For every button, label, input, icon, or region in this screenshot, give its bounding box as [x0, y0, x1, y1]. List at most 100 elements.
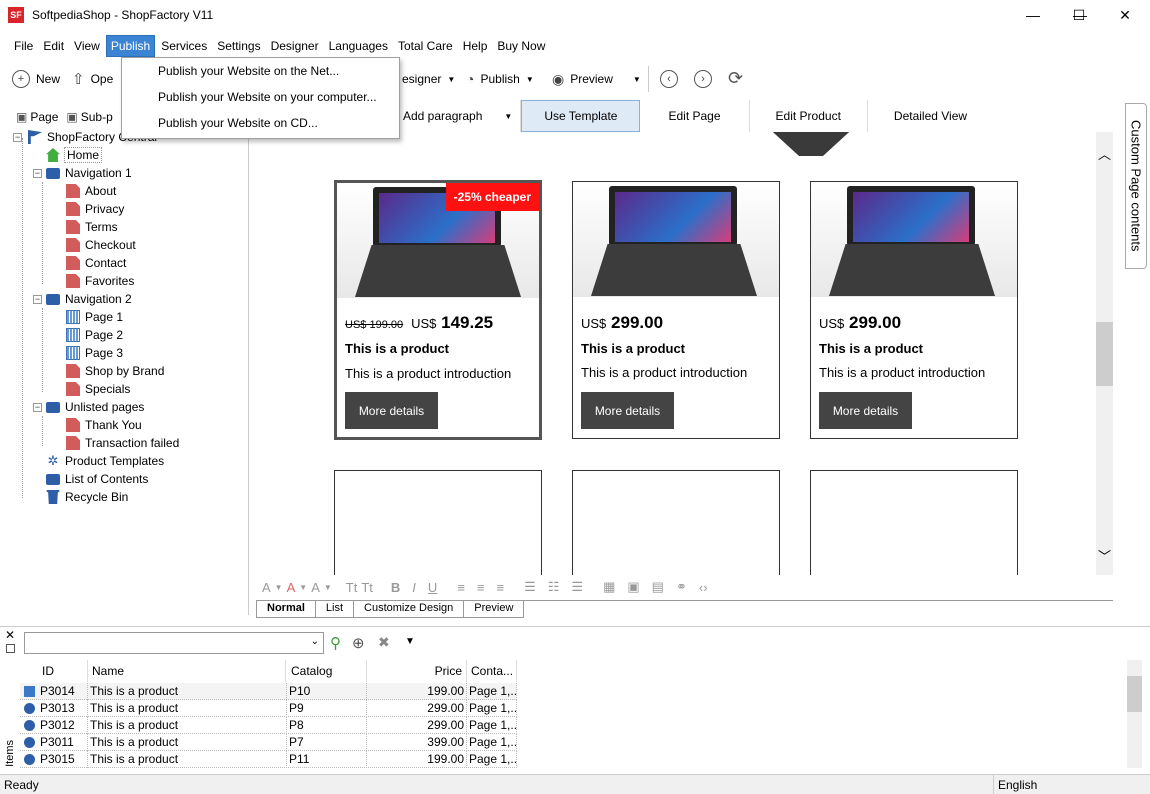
highlight-icon[interactable]: A	[311, 580, 320, 595]
page-canvas[interactable]: -25% cheaper US$ 199.00 US$ 149.25 This i…	[256, 132, 1096, 575]
use-template-button[interactable]: Use Template	[521, 100, 641, 132]
more-details-button[interactable]: More details	[819, 392, 912, 429]
tree-item-checkout[interactable]: Checkout	[66, 236, 136, 254]
image-icon[interactable]: ▣	[627, 579, 639, 595]
tree-item-specials[interactable]: Specials	[66, 380, 130, 398]
edit-page-button[interactable]: Edit Page	[640, 100, 750, 132]
scroll-down-icon[interactable]: ﹀	[1098, 546, 1111, 565]
underline-icon[interactable]: U	[428, 580, 437, 595]
preview-button[interactable]: ◉ Preview ▼	[546, 71, 647, 88]
maximize-button[interactable]: ☐	[1056, 0, 1102, 30]
scroll-up-icon[interactable]: ︿	[1098, 144, 1111, 163]
font-icon[interactable]: A	[262, 580, 271, 595]
decrease-size-icon[interactable]: Tt	[361, 580, 373, 595]
filter-options-icon[interactable]: ▼	[405, 636, 415, 647]
bullet-list-icon[interactable]: ☰	[571, 579, 583, 595]
grid-scrollbar-thumb[interactable]	[1127, 676, 1142, 712]
product-card-empty[interactable]	[810, 470, 1018, 575]
advanced-search-icon[interactable]: ⊕	[352, 634, 365, 652]
bold-icon[interactable]: B	[391, 580, 400, 595]
menu-languages[interactable]: Languages	[325, 36, 392, 56]
restore-panel-icon[interactable]	[6, 644, 15, 653]
font-color-icon[interactable]: A	[287, 580, 296, 595]
tree-item-recycle-bin[interactable]: Recycle Bin	[46, 488, 128, 506]
table-row[interactable]: P3013 This is a product P9 299.00 Page 1…	[20, 700, 517, 717]
tree-item-about[interactable]: About	[66, 182, 116, 200]
minimize-icon[interactable]: —	[1010, 0, 1056, 30]
publish-cd-item[interactable]: Publish your Website on CD...	[122, 110, 399, 136]
product-card[interactable]: -25% cheaper US$ 199.00 US$ 149.25 This i…	[334, 180, 542, 440]
tree-item-list-of-contents[interactable]: List of Contents	[46, 470, 148, 488]
product-card[interactable]: US$ 299.00 This is a product This is a p…	[810, 181, 1018, 439]
table-row[interactable]: P3011 This is a product P7 399.00 Page 1…	[20, 734, 517, 751]
publish-computer-item[interactable]: Publish your Website on your computer...	[122, 84, 399, 110]
close-button[interactable]: ✕	[1102, 0, 1148, 30]
menu-help[interactable]: Help	[459, 36, 492, 56]
tree-item-page-3[interactable]: Page 3	[66, 344, 123, 362]
new-button[interactable]: + New	[6, 70, 66, 88]
add-subpage-button[interactable]: ▣ Sub-p	[66, 110, 112, 124]
indent-icon[interactable]: ☰	[524, 579, 536, 595]
column-header-name[interactable]: Name	[88, 660, 286, 682]
edit-product-button[interactable]: Edit Product	[750, 100, 868, 132]
menu-file[interactable]: File	[10, 36, 37, 56]
designer-button[interactable]: esigner ▼	[396, 72, 461, 86]
refresh-icon[interactable]: ⟳	[728, 68, 743, 89]
table-row[interactable]: P3012 This is a product P8 299.00 Page 1…	[20, 717, 517, 734]
collapse-toggle[interactable]: −	[13, 133, 22, 142]
table-row[interactable]: P3015 This is a product P11 199.00 Page …	[20, 751, 517, 768]
menu-total-care[interactable]: Total Care	[394, 36, 457, 56]
filter-input[interactable]: ⌄	[24, 632, 324, 654]
menu-edit[interactable]: Edit	[39, 36, 68, 56]
tree-item-navigation-2[interactable]: Navigation 2	[46, 290, 132, 308]
collapse-toggle[interactable]: −	[33, 295, 42, 304]
tab-list[interactable]: List	[314, 601, 355, 618]
table-icon[interactable]: ▦	[603, 579, 615, 595]
tab-preview[interactable]: Preview	[463, 601, 525, 618]
tree-item-home[interactable]: Home	[46, 146, 103, 164]
menu-buy-now[interactable]: Buy Now	[493, 36, 549, 56]
forward-icon[interactable]: ›	[694, 70, 712, 88]
publish-net-item[interactable]: Publish your Website on the Net...	[122, 58, 399, 84]
clear-filter-icon[interactable]: ✖	[378, 634, 390, 651]
tab-normal[interactable]: Normal	[256, 601, 316, 618]
menu-services[interactable]: Services	[157, 36, 211, 56]
menu-settings[interactable]: Settings	[213, 36, 264, 56]
tree-item-favorites[interactable]: Favorites	[66, 272, 134, 290]
collapse-toggle[interactable]: −	[33, 403, 42, 412]
product-card[interactable]: US$ 299.00 This is a product This is a p…	[572, 181, 780, 439]
column-header-catalog[interactable]: Catalog num...	[287, 660, 367, 700]
tree-item-unlisted-pages[interactable]: Unlisted pages	[46, 398, 144, 416]
tree-item-navigation-1[interactable]: Navigation 1	[46, 164, 132, 182]
tree-item-contact[interactable]: Contact	[66, 254, 126, 272]
product-card-empty[interactable]	[334, 470, 542, 575]
tree-item-product-templates[interactable]: ✲ Product Templates	[46, 452, 165, 470]
collapse-toggle[interactable]: −	[33, 169, 42, 178]
column-header-id[interactable]: ID	[38, 660, 88, 682]
menu-publish[interactable]: Publish	[105, 35, 156, 57]
scrollbar-thumb[interactable]	[1096, 322, 1113, 386]
more-details-button[interactable]: More details	[581, 392, 674, 429]
more-details-button[interactable]: More details	[345, 392, 438, 429]
media-icon[interactable]: ▤	[652, 579, 664, 595]
add-paragraph-button[interactable]: Add paragraph ▼	[395, 100, 522, 132]
publish-button[interactable]: ◔ Publish ▼	[460, 71, 540, 87]
detailed-view-button[interactable]: Detailed View	[868, 100, 993, 132]
tree-item-shop-by-brand[interactable]: Shop by Brand	[66, 362, 164, 380]
chevron-down-icon[interactable]: ⌄	[311, 636, 319, 647]
product-card-empty[interactable]	[572, 470, 780, 575]
tree-item-thank-you[interactable]: Thank You	[66, 416, 142, 434]
custom-page-contents-tab[interactable]: Custom Page contents	[1125, 103, 1147, 269]
italic-icon[interactable]: I	[412, 580, 416, 595]
tree-item-privacy[interactable]: Privacy	[66, 200, 124, 218]
align-left-icon[interactable]: ≡	[457, 580, 465, 595]
link-icon[interactable]: ⚭	[676, 579, 687, 595]
column-header-contained[interactable]: Conta...	[467, 660, 517, 682]
open-button[interactable]: ⇧ Ope	[66, 70, 119, 88]
search-icon[interactable]: ⚲	[330, 634, 341, 652]
column-header-price[interactable]: Price	[367, 660, 467, 682]
align-center-icon[interactable]: ≡	[477, 580, 485, 595]
align-right-icon[interactable]: ≡	[497, 580, 505, 595]
add-page-button[interactable]: ▣ Page	[16, 110, 58, 124]
close-panel-icon[interactable]: ✕	[5, 628, 15, 642]
